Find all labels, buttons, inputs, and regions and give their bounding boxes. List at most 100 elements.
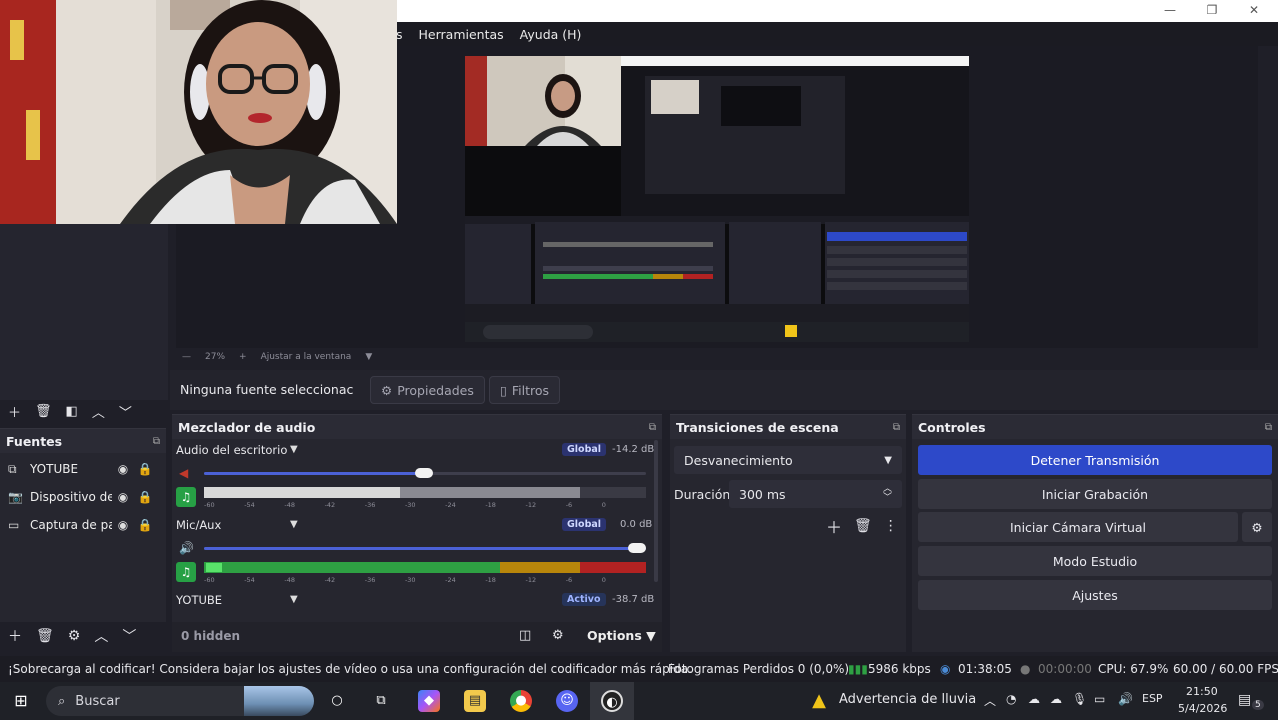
chevron-down-icon[interactable]: ▼ (290, 444, 298, 455)
undock-icon[interactable]: ⧉ (153, 436, 160, 447)
start-recording-button[interactable]: Iniciar Grabación (918, 479, 1272, 509)
virtual-camera-button[interactable]: Iniciar Cámara Virtual (918, 512, 1238, 542)
weather-text[interactable]: Advertencia de lluvia (839, 692, 976, 707)
restore-icon[interactable]: ❐ (1194, 1, 1230, 19)
remove-source-icon[interactable]: 🗑 (36, 628, 54, 644)
advanced-audio-icon[interactable]: ⚙ (552, 628, 564, 643)
copilot-icon[interactable]: ◆ (418, 690, 440, 712)
clock-date[interactable]: 5/4/2026 (1178, 702, 1227, 715)
tick-label: -36 (364, 501, 376, 509)
discord-icon[interactable]: ☺ (556, 690, 578, 712)
obs-icon[interactable]: ◐ (601, 690, 623, 712)
menu-item-help[interactable]: Ayuda (H) (520, 27, 582, 42)
lock-icon[interactable]: 🔒 (134, 490, 156, 504)
chevron-up-icon[interactable]: ︿ (984, 692, 996, 709)
add-source-icon[interactable]: ＋ (8, 626, 22, 646)
undock-icon[interactable]: ⧉ (1265, 422, 1272, 433)
more-options-icon[interactable]: ⋮ (884, 518, 898, 534)
source-item[interactable]: 📷 Dispositivo de ◉ 🔒 (8, 486, 158, 508)
sources-toolbar: ＋ 🗑 ⚙ ︿ ﹀ (8, 626, 136, 646)
channel-name: Mic/Aux (176, 518, 222, 532)
zoom-in-icon[interactable]: + (239, 352, 247, 362)
windows-start-icon[interactable]: ⊞ (10, 690, 32, 712)
lock-icon[interactable]: 🔒 (134, 518, 156, 532)
properties-label: Propiedades (397, 382, 474, 398)
filters-button[interactable]: ▯ Filtros (489, 376, 561, 404)
meter-ticks: -60 -54 -48 -42 -36 -30 -24 -18 -12 -6 0 (204, 501, 606, 509)
headphones-icon[interactable]: ♫ (176, 487, 196, 507)
remove-transition-icon[interactable]: 🗑 (854, 518, 872, 534)
tick-label: -60 (204, 576, 215, 584)
microphone-icon[interactable]: 🎙 (1072, 692, 1087, 706)
layout-icon[interactable]: ◫ (519, 628, 531, 643)
tick-label: -48 (284, 501, 295, 509)
cpu-usage: CPU: 67.9% (1098, 662, 1169, 676)
move-down-icon[interactable]: ﹀ (119, 402, 132, 421)
add-scene-icon[interactable]: ＋ (8, 402, 21, 421)
chevron-down-icon[interactable]: ▼ (290, 519, 298, 530)
muted-speaker-icon[interactable]: ◀ (179, 466, 188, 480)
stepper-icon[interactable]: ︿ ﹀ (883, 485, 892, 503)
studio-mode-button[interactable]: Modo Estudio (918, 546, 1272, 576)
clock-time[interactable]: 21:50 (1186, 685, 1218, 698)
source-item[interactable]: ▭ Captura de pa ◉ 🔒 (8, 514, 158, 536)
notification-badge: 5 (1252, 700, 1264, 710)
speaker-icon[interactable]: 🔊 (179, 541, 194, 555)
channel-badge: Activo (562, 593, 606, 606)
zoom-out-icon[interactable]: — (182, 352, 191, 362)
fit-window-label[interactable]: Ajustar a la ventana (261, 352, 352, 362)
gear-icon[interactable]: ⚙ (1242, 512, 1272, 542)
duration-input[interactable]: 300 ms ︿ ﹀ (729, 480, 902, 508)
transition-select[interactable]: Desvanecimiento ▼ (674, 446, 902, 474)
minimize-icon[interactable]: — (1152, 1, 1188, 19)
tick-label: -42 (324, 576, 336, 584)
move-up-icon[interactable]: ︿ (94, 626, 108, 646)
search-highlight-image (244, 686, 314, 716)
volume-knob[interactable] (628, 543, 646, 553)
tick-label: -48 (284, 576, 295, 584)
network-icon[interactable]: ◔ (1006, 692, 1016, 706)
volume-knob[interactable] (415, 468, 433, 478)
remove-scene-icon[interactable]: 🗑 (35, 404, 52, 419)
cloud-icon[interactable]: ☁ (1028, 692, 1040, 706)
stop-stream-button[interactable]: Detener Transmisión (918, 445, 1272, 475)
options-menu[interactable]: Options ▼ (587, 628, 656, 643)
eye-icon[interactable]: ◉ (112, 490, 134, 504)
volume-fill (204, 547, 646, 550)
close-icon[interactable]: ✕ (1236, 1, 1272, 19)
notification-icon[interactable]: ▤ (1238, 692, 1251, 708)
eye-icon[interactable]: ◉ (112, 518, 134, 532)
scene-filters-icon[interactable]: ◧ (66, 404, 78, 419)
mixer-scrollbar[interactable] (654, 440, 658, 582)
lock-icon[interactable]: 🔒 (134, 462, 156, 476)
move-up-icon[interactable]: ︿ (92, 402, 105, 421)
battery-icon[interactable]: ▭ (1094, 692, 1105, 706)
task-view-icon[interactable]: ⧉ (370, 690, 392, 712)
move-down-icon[interactable]: ﹀ (122, 626, 136, 646)
properties-button[interactable]: ⚙ Propiedades (370, 376, 485, 404)
cortana-icon[interactable]: ○ (326, 690, 348, 712)
onedrive-icon[interactable]: ☁ (1050, 692, 1062, 706)
filters-label: Filtros (511, 382, 550, 398)
volume-icon[interactable]: 🔊 (1118, 692, 1133, 706)
language-indicator[interactable]: ESP (1142, 692, 1163, 705)
tick-label: -24 (445, 576, 456, 584)
chevron-down-icon[interactable]: ▼ (365, 352, 372, 362)
hidden-count[interactable]: 0 hidden (181, 629, 240, 643)
chrome-icon[interactable]: ● (510, 690, 532, 712)
tick-label: 0 (601, 576, 606, 584)
gear-icon[interactable]: ⚙ (68, 628, 81, 644)
undock-icon[interactable]: ⧉ (649, 422, 656, 433)
controls-title: Controles (918, 419, 986, 435)
undock-icon[interactable]: ⧉ (893, 422, 900, 433)
headphones-icon[interactable]: ♫ (176, 562, 196, 582)
source-item[interactable]: ⧉ YOTUBE ◉ 🔒 (8, 458, 158, 480)
add-transition-icon[interactable]: ＋ (826, 514, 842, 538)
settings-button[interactable]: Ajustes (918, 580, 1272, 610)
record-time: 00:00:00 (1038, 662, 1092, 676)
monitor-icon: ▭ (8, 518, 20, 532)
eye-icon[interactable]: ◉ (112, 462, 134, 476)
chevron-down-icon[interactable]: ▼ (290, 594, 298, 605)
menu-item-tools[interactable]: Herramientas (419, 27, 504, 42)
file-explorer-icon[interactable]: ▤ (464, 690, 486, 712)
